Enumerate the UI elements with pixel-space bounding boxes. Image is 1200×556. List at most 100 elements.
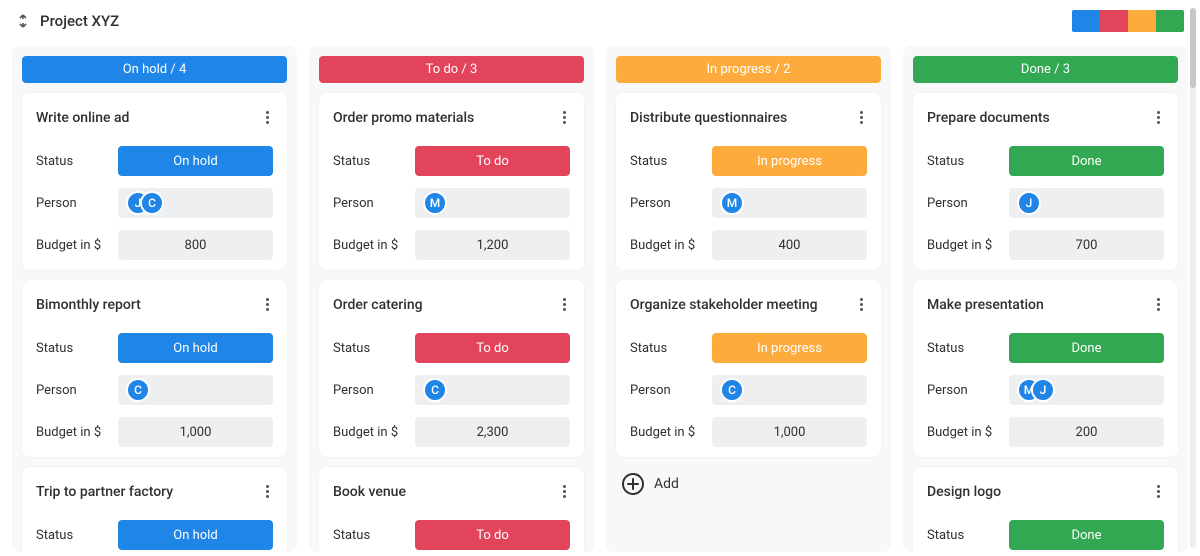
card[interactable]: Distribute questionnaires Status In progre… xyxy=(616,93,881,270)
person-pill[interactable]: J xyxy=(1009,188,1164,218)
card[interactable]: Design logoStatusDonePerson xyxy=(913,467,1178,552)
card-title: Write online ad xyxy=(36,110,129,126)
person-pill[interactable]: M xyxy=(415,188,570,218)
budget-row: Budget in $700 xyxy=(927,230,1164,260)
legend-blue[interactable] xyxy=(1072,10,1100,32)
person-row: PersonJC xyxy=(36,188,273,218)
card-title: Order catering xyxy=(333,297,423,313)
budget-label: Budget in $ xyxy=(36,238,108,253)
card[interactable]: Write online ad Status On hold PersonJC Budg… xyxy=(22,93,287,270)
person-pill[interactable]: C xyxy=(712,375,867,405)
kebab-menu-icon[interactable] xyxy=(262,481,273,502)
topbar-left: Project XYZ xyxy=(16,12,119,30)
status-pill[interactable]: To do xyxy=(415,520,570,550)
person-label: Person xyxy=(630,196,702,211)
column-header[interactable]: Done / 3 xyxy=(913,56,1178,83)
budget-value[interactable]: 800 xyxy=(118,230,273,260)
card[interactable]: Order cateringStatusTo doPersonCBudget i… xyxy=(319,280,584,457)
avatar[interactable]: M xyxy=(720,191,744,215)
kebab-menu-icon[interactable] xyxy=(856,294,867,315)
card[interactable]: Book venueStatusTo doPerson xyxy=(319,467,584,552)
color-legend[interactable] xyxy=(1072,10,1184,32)
status-label: Status xyxy=(927,528,999,543)
column-inprogress: In progress / 2 Distribute questionnaires… xyxy=(606,46,891,552)
status-pill[interactable]: To do xyxy=(415,333,570,363)
status-pill[interactable]: In progress xyxy=(712,333,867,363)
avatar[interactable]: J xyxy=(1017,191,1041,215)
status-pill[interactable]: On hold xyxy=(118,146,273,176)
avatar[interactable]: J xyxy=(1031,378,1055,402)
budget-value[interactable]: 1,000 xyxy=(712,417,867,447)
budget-value[interactable]: 2,300 xyxy=(415,417,570,447)
budget-value[interactable]: 1,200 xyxy=(415,230,570,260)
kebab-menu-icon[interactable] xyxy=(559,294,570,315)
kebab-menu-icon[interactable] xyxy=(1153,107,1164,128)
budget-value[interactable]: 700 xyxy=(1009,230,1164,260)
budget-value[interactable]: 200 xyxy=(1009,417,1164,447)
card-title-row: Order catering xyxy=(333,294,570,315)
legend-orange[interactable] xyxy=(1128,10,1156,32)
kebab-menu-icon[interactable] xyxy=(856,107,867,128)
person-pill[interactable]: M xyxy=(712,188,867,218)
kebab-menu-icon[interactable] xyxy=(262,107,273,128)
status-label: Status xyxy=(927,341,999,356)
kebab-menu-icon[interactable] xyxy=(262,294,273,315)
avatar[interactable]: C xyxy=(140,191,164,215)
status-row: Status On hold xyxy=(36,146,273,176)
card-title: Distribute questionnaires xyxy=(630,110,787,126)
status-row: StatusTo do xyxy=(333,146,570,176)
column-header[interactable]: On hold / 4 xyxy=(22,56,287,83)
add-card-button[interactable]: Add xyxy=(616,467,881,501)
person-label: Person xyxy=(333,196,405,211)
avatar[interactable]: C xyxy=(126,378,150,402)
status-pill[interactable]: In progress xyxy=(712,146,867,176)
legend-green[interactable] xyxy=(1156,10,1184,32)
person-pill[interactable]: C xyxy=(118,375,273,405)
card[interactable]: Organize stakeholder meeting Status In pro… xyxy=(616,280,881,457)
status-label: Status xyxy=(333,341,405,356)
column-header[interactable]: To do / 3 xyxy=(319,56,584,83)
status-row: StatusDone xyxy=(927,146,1164,176)
card[interactable]: Make presentationStatusDonePersonMJBudge… xyxy=(913,280,1178,457)
status-label: Status xyxy=(630,341,702,356)
status-label: Status xyxy=(630,154,702,169)
budget-value[interactable]: 400 xyxy=(712,230,867,260)
budget-value[interactable]: 1,000 xyxy=(118,417,273,447)
topbar: Project XYZ xyxy=(0,0,1200,38)
card[interactable]: Bimonthly reportStatusOn holdPersonCBudg… xyxy=(22,280,287,457)
person-pill[interactable]: JC xyxy=(118,188,273,218)
status-pill[interactable]: On hold xyxy=(118,333,273,363)
kebab-menu-icon[interactable] xyxy=(559,107,570,128)
card[interactable]: Order promo materialsStatusTo doPersonMB… xyxy=(319,93,584,270)
budget-row: Budget in $2,300 xyxy=(333,417,570,447)
status-row: StatusTo do xyxy=(333,520,570,550)
card-title-row: Organize stakeholder meeting xyxy=(630,294,867,315)
status-label: Status xyxy=(36,154,108,169)
status-pill[interactable]: To do xyxy=(415,146,570,176)
column-done: Done / 3 Prepare documentsStatusDonePerso… xyxy=(903,46,1188,552)
kebab-menu-icon[interactable] xyxy=(1153,481,1164,502)
card[interactable]: Prepare documentsStatusDonePersonJBudget… xyxy=(913,93,1178,270)
status-row: Status In progress xyxy=(630,146,867,176)
budget-label: Budget in $ xyxy=(630,238,702,253)
person-pill[interactable]: C xyxy=(415,375,570,405)
person-label: Person xyxy=(630,383,702,398)
status-pill[interactable]: On hold xyxy=(118,520,273,550)
legend-red[interactable] xyxy=(1100,10,1128,32)
budget-label: Budget in $ xyxy=(36,425,108,440)
kebab-menu-icon[interactable] xyxy=(1153,294,1164,315)
person-pill[interactable]: MJ xyxy=(1009,375,1164,405)
status-row: StatusOn hold xyxy=(36,520,273,550)
avatar[interactable]: C xyxy=(720,378,744,402)
card[interactable]: Trip to partner factoryStatusOn holdPers… xyxy=(22,467,287,552)
status-pill[interactable]: Done xyxy=(1009,520,1164,550)
person-label: Person xyxy=(927,383,999,398)
column-header[interactable]: In progress / 2 xyxy=(616,56,881,83)
status-pill[interactable]: Done xyxy=(1009,333,1164,363)
avatar[interactable]: C xyxy=(423,378,447,402)
kebab-menu-icon[interactable] xyxy=(559,481,570,502)
expand-icon[interactable] xyxy=(16,14,30,28)
status-pill[interactable]: Done xyxy=(1009,146,1164,176)
scrollbar-thumb[interactable] xyxy=(1190,8,1196,88)
avatar[interactable]: M xyxy=(423,191,447,215)
